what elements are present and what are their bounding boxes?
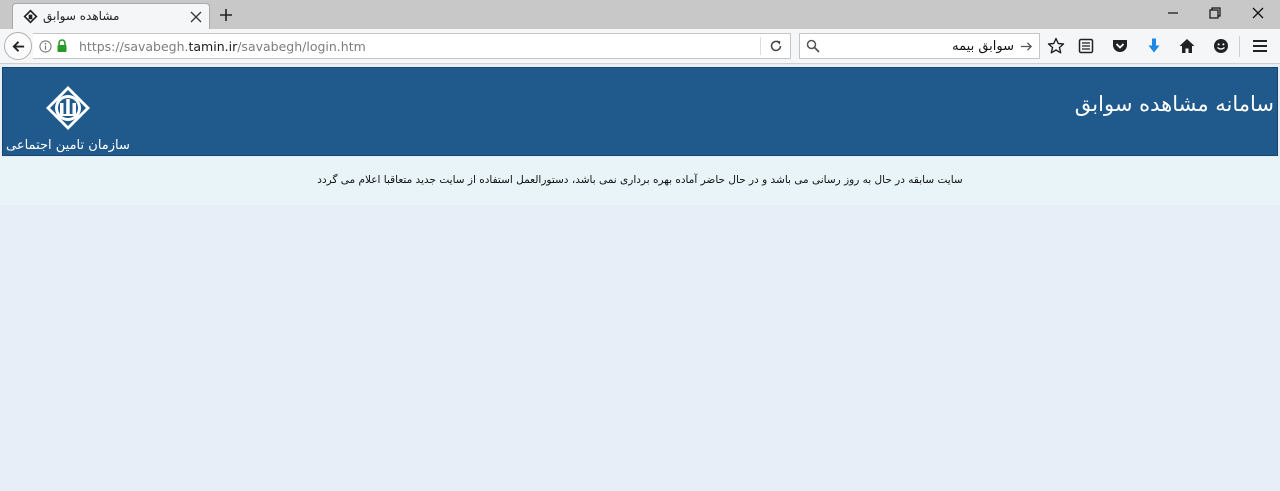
url-separator (760, 37, 761, 55)
search-bar[interactable] (799, 33, 1040, 59)
maintenance-notice: سایت سابقه در حال به روز رسانی می باشد و… (317, 174, 963, 186)
browser-tab[interactable]: مشاهده سوابق (12, 3, 210, 29)
pocket-icon[interactable] (1111, 37, 1129, 55)
page-content: سامانه مشاهده سوابق سازمان تامین اجتماعی… (0, 65, 1280, 491)
notice-band: سایت سابقه در حال به روز رسانی می باشد و… (0, 157, 1280, 205)
back-button[interactable] (4, 32, 32, 60)
reload-icon[interactable] (769, 39, 783, 53)
tamin-logo-icon (46, 86, 90, 130)
url-text[interactable]: https://savabegh.tamin.ir/savabegh/login… (79, 39, 366, 54)
toolbar-separator (1239, 36, 1240, 57)
search-input[interactable] (824, 36, 1014, 56)
page-title: سامانه مشاهده سوابق (1074, 92, 1274, 116)
info-icon[interactable] (39, 40, 52, 53)
restore-icon[interactable] (1207, 5, 1223, 21)
minimize-icon[interactable] (1165, 5, 1181, 21)
tab-strip: مشاهده سوابق (0, 0, 1280, 29)
close-window-icon[interactable] (1250, 5, 1266, 21)
close-tab-icon[interactable] (189, 10, 203, 24)
home-icon[interactable] (1178, 37, 1196, 55)
search-go-icon[interactable] (1020, 40, 1033, 53)
new-tab-icon[interactable] (218, 7, 234, 23)
back-arrow-icon (12, 41, 25, 52)
smiley-icon[interactable] (1212, 37, 1230, 55)
search-icon[interactable] (806, 39, 820, 53)
address-bar[interactable]: https://savabegh.tamin.ir/savabegh/login… (33, 33, 791, 59)
tab-title: مشاهده سوابق (43, 9, 120, 23)
header-banner: سامانه مشاهده سوابق سازمان تامین اجتماعی (2, 67, 1278, 156)
bookmark-star-icon[interactable] (1047, 37, 1065, 55)
lock-icon[interactable] (56, 39, 68, 53)
menu-icon[interactable] (1251, 37, 1269, 55)
download-icon[interactable] (1145, 37, 1163, 55)
tamin-logo-icon (23, 9, 38, 24)
nav-bar: https://savabegh.tamin.ir/savabegh/login… (0, 29, 1280, 64)
organization-name: سازمان تامین اجتماعی (6, 138, 130, 153)
reading-list-icon[interactable] (1077, 37, 1095, 55)
